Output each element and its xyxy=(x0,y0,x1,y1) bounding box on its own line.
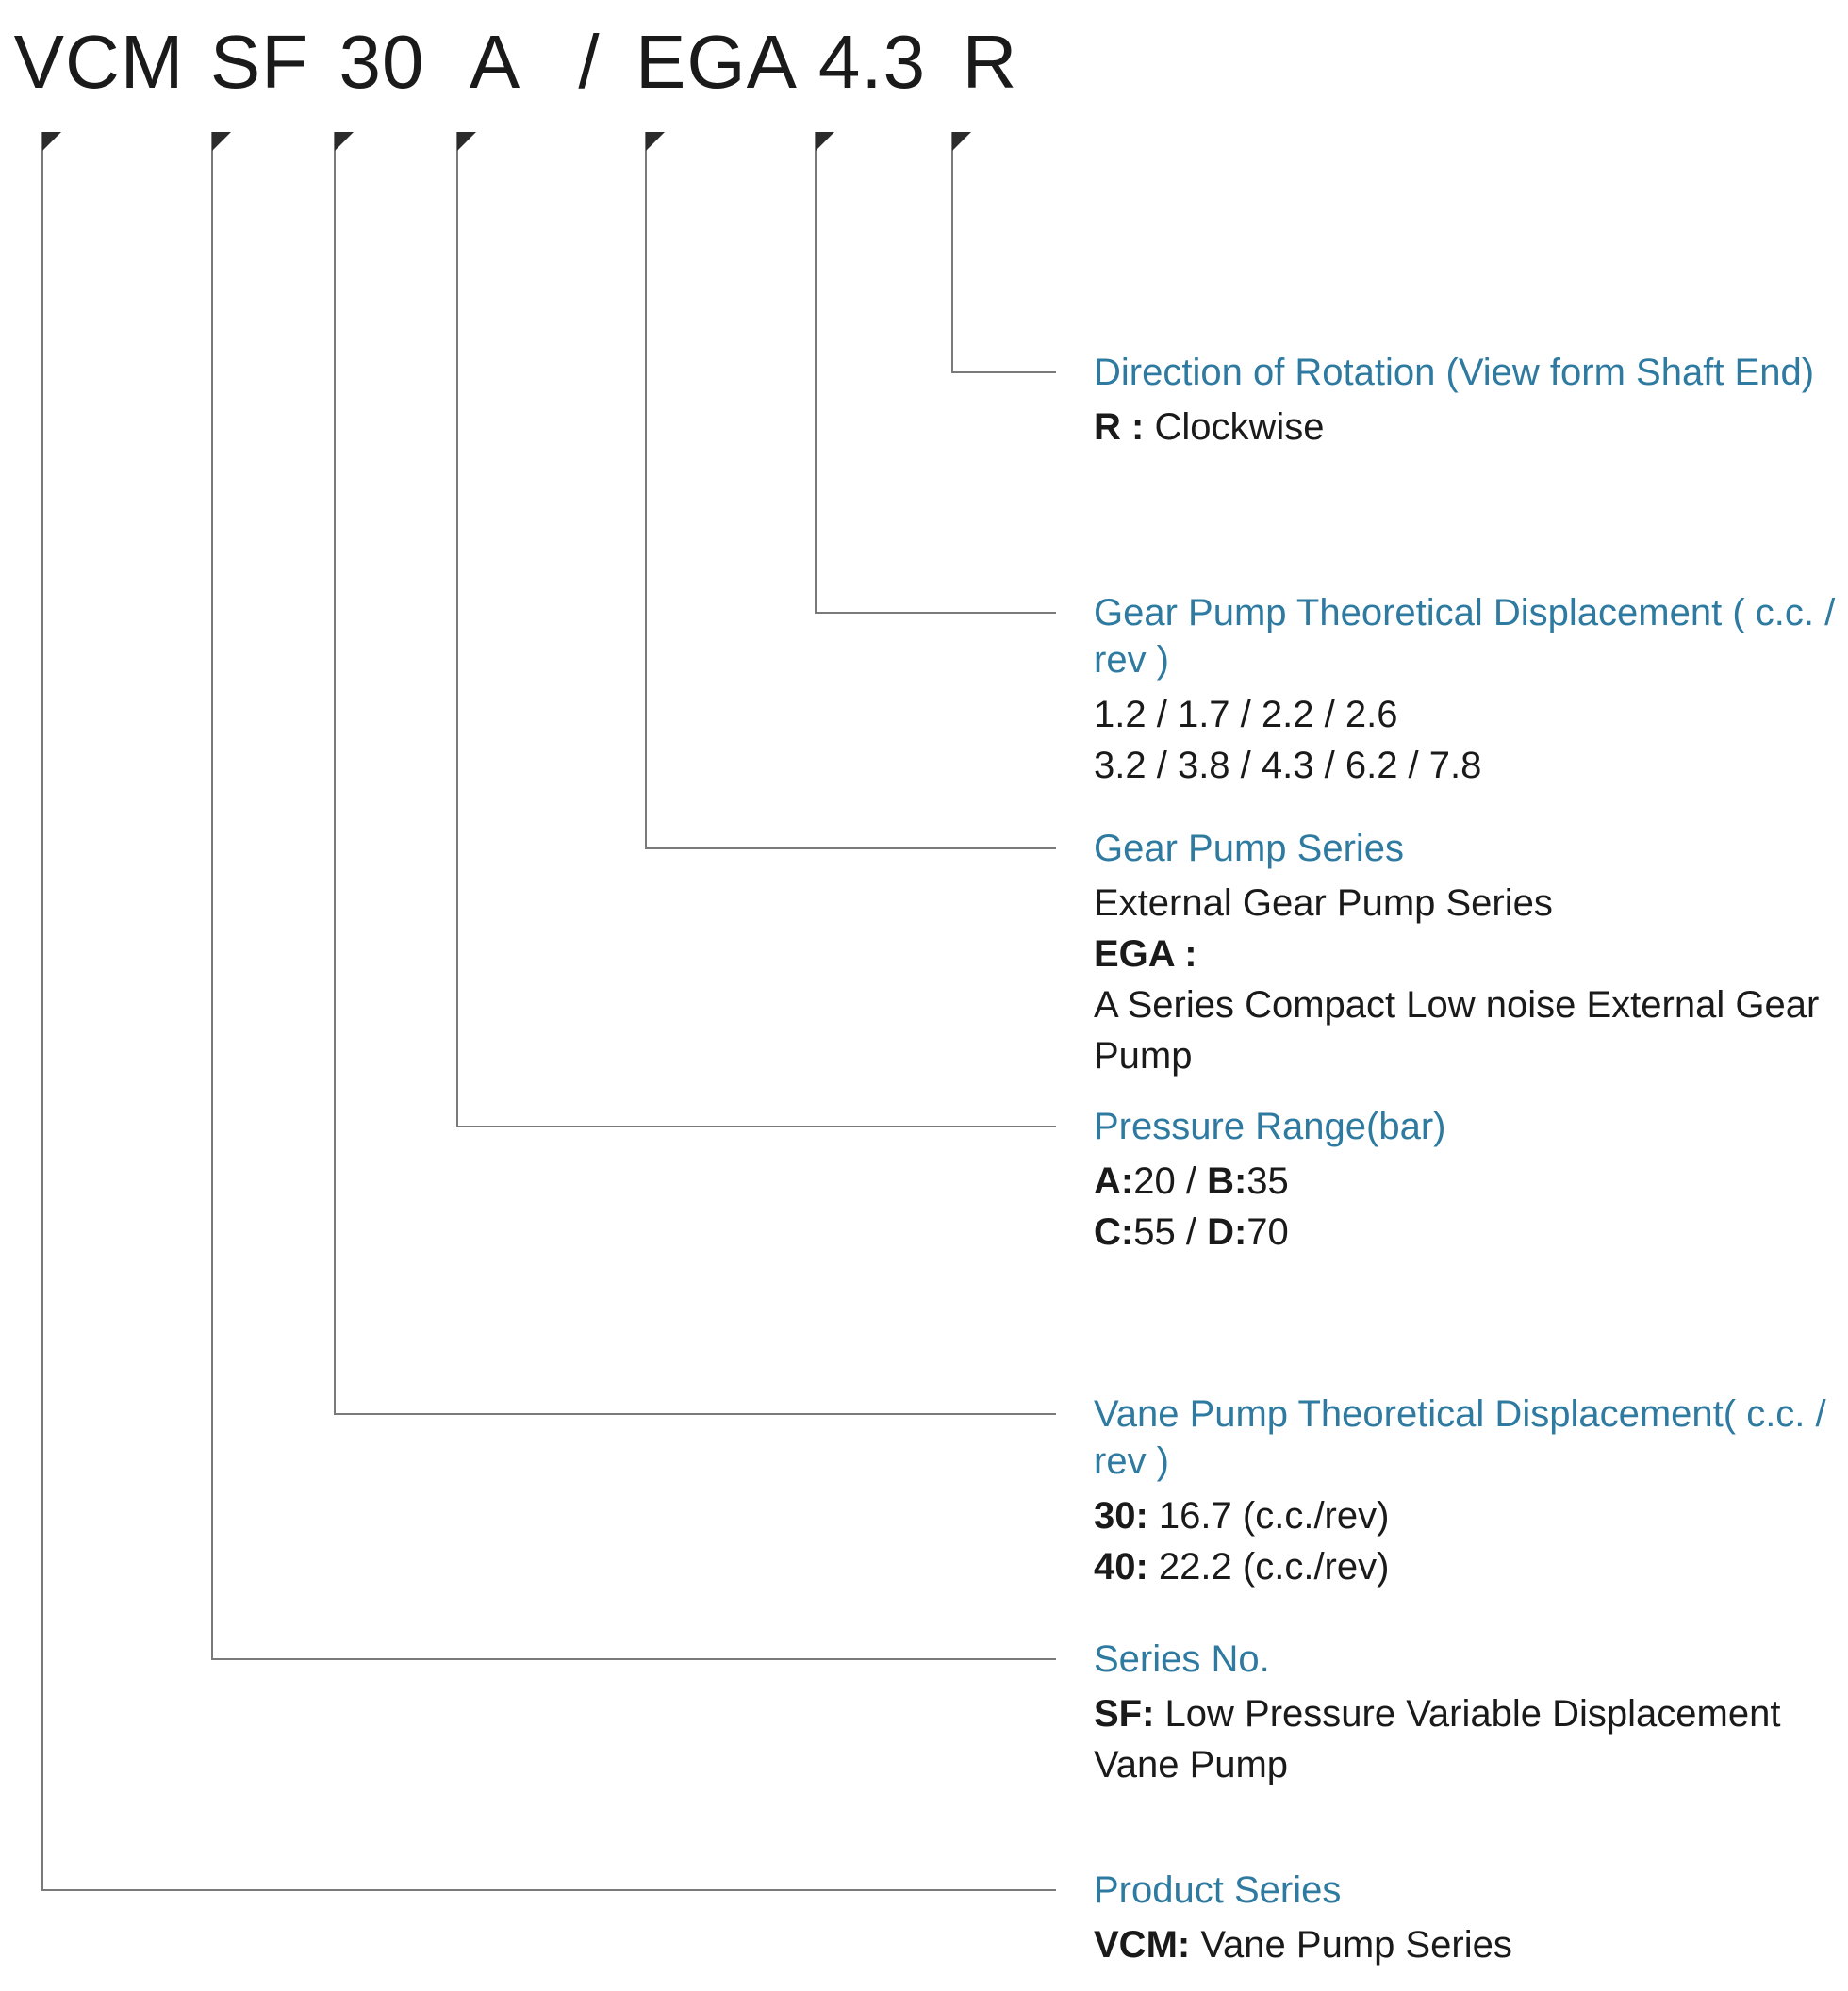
code-seg-30: 30 xyxy=(321,19,443,106)
desc-gear-series-body: External Gear Pump Series EGA : A Series… xyxy=(1094,878,1848,1081)
desc-vane-displacement-k1: 30: xyxy=(1094,1495,1148,1537)
desc-gear-series-l1: External Gear Pump Series xyxy=(1094,882,1553,924)
desc-gear-displacement-body: 1.2 / 1.7 / 2.2 / 2.6 3.2 / 3.8 / 4.3 / … xyxy=(1094,689,1848,791)
desc-vane-displacement-v1: 16.7 (c.c./rev) xyxy=(1148,1495,1390,1537)
desc-pressure-title: Pressure Range(bar) xyxy=(1094,1103,1446,1150)
code-seg-43: 4.3 xyxy=(801,19,943,106)
desc-pressure-k3: C: xyxy=(1094,1211,1133,1253)
desc-series-no: Series No. SF: Low Pressure Variable Dis… xyxy=(1094,1636,1848,1790)
desc-product-series: Product Series VCM: Vane Pump Series xyxy=(1094,1867,1512,1970)
desc-gear-series: Gear Pump Series External Gear Pump Seri… xyxy=(1094,825,1848,1081)
desc-gear-displacement-title: Gear Pump Theoretical Displacement ( c.c… xyxy=(1094,589,1848,683)
desc-pressure-k4: D: xyxy=(1207,1211,1246,1253)
desc-pressure-v3: 55 / xyxy=(1133,1211,1207,1253)
desc-pressure-k1: A: xyxy=(1094,1160,1133,1202)
desc-series-no-body: SF: Low Pressure Variable Displacement V… xyxy=(1094,1688,1848,1790)
desc-rotation-key: R : xyxy=(1094,406,1144,448)
desc-pressure-v2: 35 xyxy=(1246,1160,1289,1202)
desc-rotation: Direction of Rotation (View form Shaft E… xyxy=(1094,349,1814,452)
desc-vane-displacement: Vane Pump Theoretical Displacement( c.c.… xyxy=(1094,1390,1848,1592)
desc-gear-series-title: Gear Pump Series xyxy=(1094,825,1848,872)
desc-rotation-body: R : Clockwise xyxy=(1094,402,1814,452)
desc-product-series-val: Vane Pump Series xyxy=(1190,1924,1512,1966)
desc-gear-displacement-l2: 3.2 / 3.8 / 4.3 / 6.2 / 7.8 xyxy=(1094,745,1481,786)
desc-vane-displacement-v2: 22.2 (c.c./rev) xyxy=(1148,1546,1390,1588)
desc-vane-displacement-k2: 40: xyxy=(1094,1546,1148,1588)
desc-pressure-body: A:20 / B:35 C:55 / D:70 xyxy=(1094,1156,1446,1258)
desc-product-series-title: Product Series xyxy=(1094,1867,1512,1914)
desc-rotation-title: Direction of Rotation (View form Shaft E… xyxy=(1094,349,1814,396)
desc-pressure-v1: 20 / xyxy=(1133,1160,1207,1202)
desc-product-series-body: VCM: Vane Pump Series xyxy=(1094,1919,1512,1970)
desc-vane-displacement-title: Vane Pump Theoretical Displacement( c.c.… xyxy=(1094,1390,1848,1485)
code-seg-ega: EGA xyxy=(632,19,801,106)
desc-pressure-v4: 70 xyxy=(1246,1211,1289,1253)
code-seg-a: A xyxy=(443,19,547,106)
model-code-row: VCM SF 30 A / EGA 4.3 R xyxy=(0,19,1037,106)
desc-series-no-title: Series No. xyxy=(1094,1636,1848,1683)
desc-series-no-key: SF: xyxy=(1094,1693,1154,1735)
desc-gear-displacement-l1: 1.2 / 1.7 / 2.2 / 2.6 xyxy=(1094,694,1397,735)
desc-series-no-val: Low Pressure Variable Displacement Vane … xyxy=(1094,1693,1780,1785)
code-seg-sf: SF xyxy=(198,19,321,106)
desc-vane-displacement-body: 30: 16.7 (c.c./rev) 40: 22.2 (c.c./rev) xyxy=(1094,1490,1848,1592)
desc-pressure-k2: B: xyxy=(1207,1160,1246,1202)
code-sep: / xyxy=(547,19,632,106)
desc-rotation-val: Clockwise xyxy=(1144,406,1324,448)
desc-gear-series-l3: A Series Compact Low noise External Gear… xyxy=(1094,984,1819,1077)
desc-product-series-key: VCM: xyxy=(1094,1924,1190,1966)
code-seg-r: R xyxy=(943,19,1037,106)
desc-pressure: Pressure Range(bar) A:20 / B:35 C:55 / D… xyxy=(1094,1103,1446,1258)
code-seg-vcm: VCM xyxy=(0,19,198,106)
desc-gear-displacement: Gear Pump Theoretical Displacement ( c.c… xyxy=(1094,589,1848,791)
desc-gear-series-key: EGA : xyxy=(1094,933,1197,975)
